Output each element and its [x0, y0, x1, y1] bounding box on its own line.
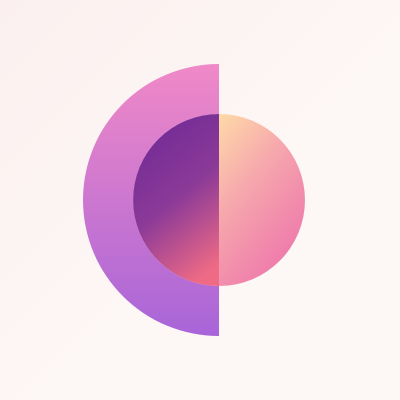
inner-circle-right-half: [219, 114, 305, 286]
canvas: [0, 0, 400, 400]
crescent-orb-logo-icon: [83, 64, 305, 336]
